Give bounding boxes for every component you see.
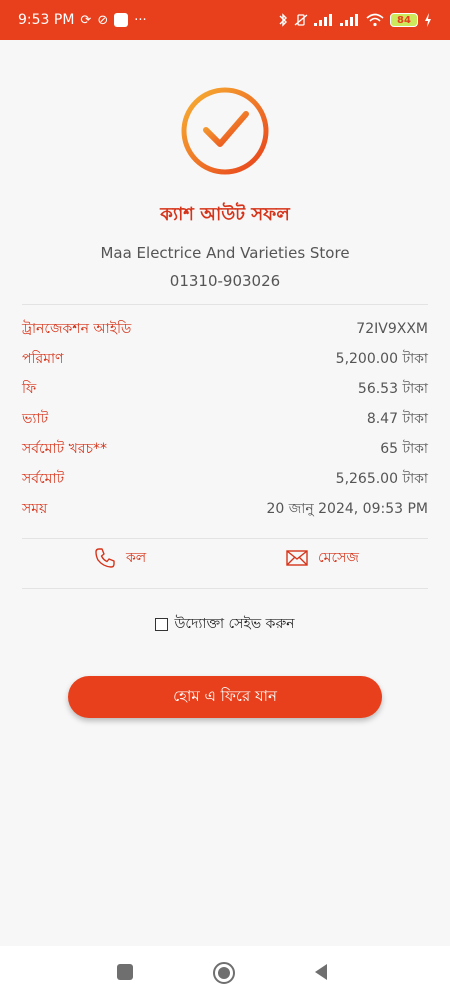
store-name: Maa Electrice And Varieties Store (100, 244, 350, 262)
page-title: ক্যাশ আউট সফল (160, 204, 290, 225)
home-nav-icon[interactable] (212, 961, 236, 985)
charging-icon (425, 13, 431, 27)
detail-row-total: সর্বমোট 5,265.00 টাকা (22, 464, 428, 494)
save-merchant-checkbox[interactable] (155, 617, 169, 631)
bluetooth-icon (279, 13, 287, 27)
message-button[interactable]: মেসেজ (286, 546, 359, 570)
detail-value: 5,200.00 টাকা (335, 351, 428, 367)
detail-row-total-cost: সর্বমোট খরচ** 65 টাকা (22, 434, 428, 464)
system-nav-bar (0, 946, 450, 1000)
status-right: 84 (278, 13, 432, 27)
detail-label: পরিমাণ (22, 351, 64, 367)
go-home-button[interactable]: হোম এ ফিরে যান (68, 676, 382, 718)
cash-out-success-screen: 9:53 PM ⟳ ⊘ ··· 84 ক্যাশ আউট সফল Maa Ele… (0, 0, 450, 1000)
detail-value: 65 টাকা (380, 441, 428, 457)
detail-row-amount: পরিমাণ 5,200.00 টাকা (22, 344, 428, 374)
transaction-details: ট্রানজেকশন আইডি 72IV9XXM পরিমাণ 5,200.00… (22, 314, 428, 524)
signal-2-icon (340, 14, 358, 26)
signal-1-icon (314, 14, 332, 26)
contact-actions: কল মেসেজ (0, 546, 450, 582)
detail-value: 72IV9XXM (356, 321, 428, 337)
status-time: 9:53 PM (18, 12, 75, 28)
back-nav-icon[interactable] (313, 962, 329, 982)
status-bar: 9:53 PM ⟳ ⊘ ··· 84 (0, 0, 450, 40)
detail-value: 20 জানু 2024, 09:53 PM (266, 501, 428, 517)
detail-row-transaction-id: ট্রানজেকশন আইডি 72IV9XXM (22, 314, 428, 344)
app-notification-icon (114, 13, 129, 27)
detail-label: ফি (22, 381, 37, 397)
divider (22, 588, 428, 589)
recents-button[interactable] (117, 964, 133, 980)
vibrate-icon (294, 14, 308, 26)
detail-label: ভ্যাট (22, 411, 49, 427)
status-left: 9:53 PM ⟳ ⊘ ··· (18, 12, 147, 28)
detail-label: সর্বমোট (22, 471, 65, 487)
save-merchant-row[interactable]: উদ্যোক্তা সেইভ করুন (0, 612, 450, 636)
call-button[interactable]: কল (94, 546, 146, 570)
detail-row-vat: ভ্যাট 8.47 টাকা (22, 404, 428, 434)
success-check-icon (180, 86, 270, 176)
more-notifications-icon: ··· (134, 12, 147, 28)
detail-value: 56.53 টাকা (357, 381, 428, 397)
detail-row-time: সময় 20 জানু 2024, 09:53 PM (22, 494, 428, 524)
detail-value: 8.47 টাকা (366, 411, 428, 427)
battery-icon: 84 (390, 13, 418, 27)
detail-row-fee: ফি 56.53 টাকা (22, 374, 428, 404)
store-phone: 01310-903026 (169, 272, 281, 290)
wifi-icon (366, 13, 384, 27)
detail-label: সময় (22, 501, 48, 517)
phone-icon (95, 548, 115, 568)
divider (22, 304, 428, 305)
envelope-icon (286, 550, 308, 566)
detail-value: 5,265.00 টাকা (335, 471, 428, 487)
call-label: কল (126, 550, 147, 566)
divider (22, 538, 428, 539)
detail-label: ট্রানজেকশন আইডি (22, 321, 132, 337)
sync-icon: ⟳ (80, 12, 92, 28)
detail-label: সর্বমোট খরচ** (22, 441, 108, 457)
message-label: মেসেজ (318, 550, 359, 566)
save-merchant-label: উদ্যোক্তা সেইভ করুন (174, 616, 295, 632)
navigation-icon: ⊘ (97, 12, 109, 28)
